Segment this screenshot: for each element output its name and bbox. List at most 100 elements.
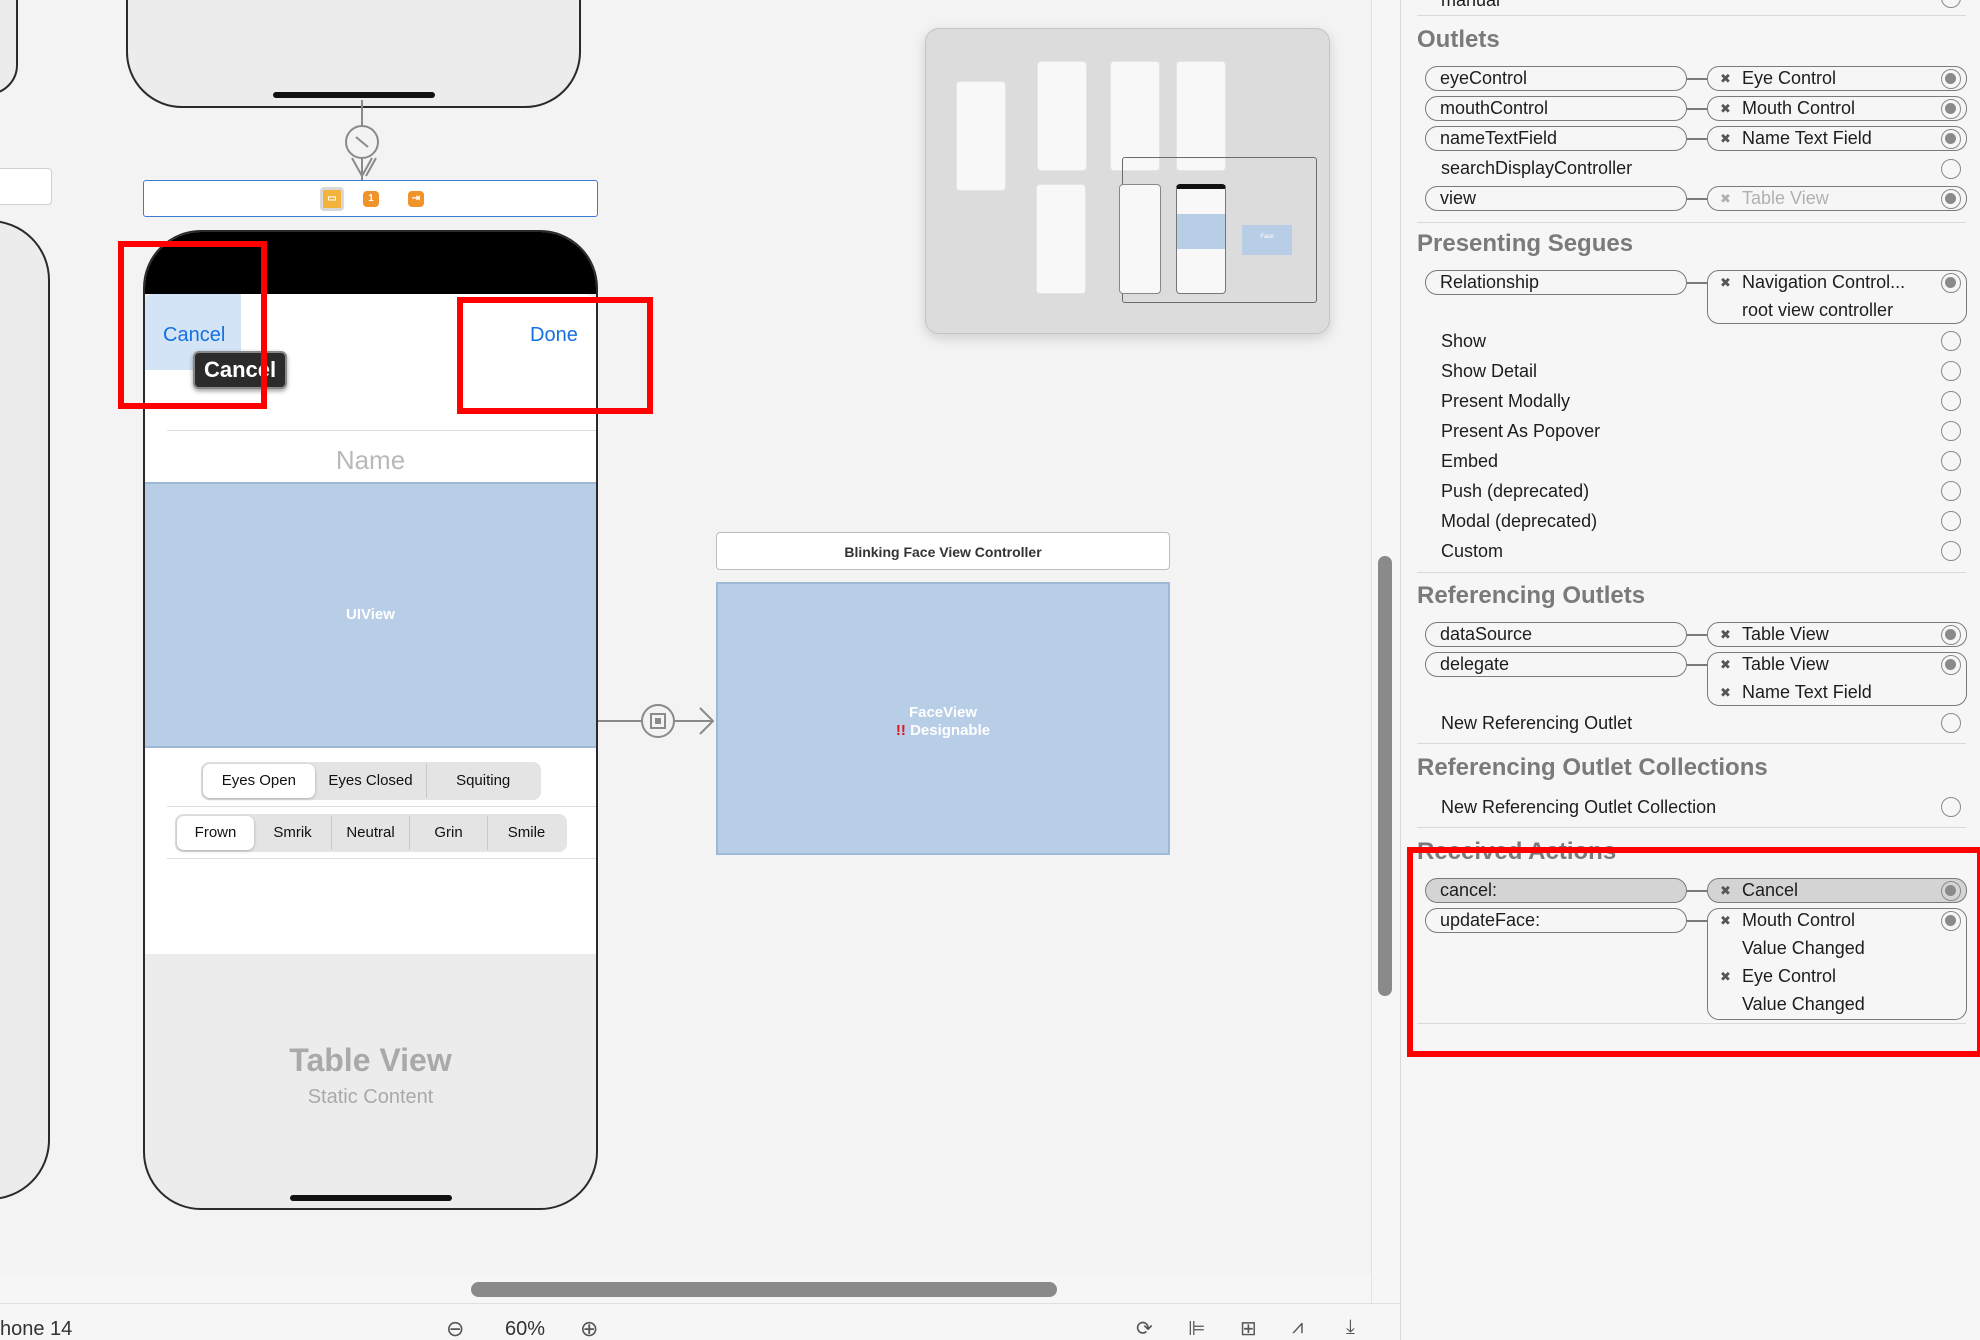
connection-circle[interactable] bbox=[1941, 511, 1961, 531]
face-uiview[interactable]: UIView bbox=[145, 482, 596, 748]
refoutlet-datasource[interactable]: dataSource bbox=[1425, 622, 1687, 647]
connection-circle[interactable] bbox=[1941, 481, 1961, 501]
designable-status: !! Designable bbox=[718, 722, 1168, 739]
update-frames-icon[interactable]: ⟳ bbox=[1136, 1316, 1153, 1340]
segment-grin[interactable]: Grin bbox=[410, 816, 488, 850]
home-indicator bbox=[273, 92, 435, 98]
connector-line bbox=[1687, 108, 1707, 110]
connection-circle[interactable] bbox=[1941, 713, 1961, 733]
target-label: Table View bbox=[1742, 624, 1829, 644]
connector-line bbox=[1687, 138, 1707, 140]
segue-show-detail[interactable]: Show Detail bbox=[1425, 361, 1537, 382]
outlet-eyecontrol[interactable]: eyeControl bbox=[1425, 66, 1687, 91]
name-text-field[interactable]: Name bbox=[145, 440, 596, 480]
outlets-header: Outlets bbox=[1417, 26, 1500, 53]
segue-modal-deprecated[interactable]: Modal (deprecated) bbox=[1425, 511, 1597, 532]
segue-present-as-popover[interactable]: Present As Popover bbox=[1425, 421, 1600, 442]
add-constraints-icon[interactable]: ⊞ bbox=[1240, 1316, 1257, 1340]
home-indicator bbox=[290, 1195, 452, 1201]
scene-dock[interactable]: ▭ 1 ⇥ bbox=[143, 180, 598, 217]
segue-embed[interactable]: Embed bbox=[1425, 451, 1498, 472]
connector-line bbox=[1687, 282, 1707, 284]
connection-circle[interactable] bbox=[1941, 361, 1961, 381]
outlet-eyecontrol-target[interactable]: ✖ Eye Control bbox=[1707, 66, 1967, 91]
connection-circle[interactable] bbox=[1941, 541, 1961, 561]
outlet-nametextfield[interactable]: nameTextField bbox=[1425, 126, 1687, 151]
canvas-minimap[interactable]: Face bbox=[925, 28, 1330, 334]
exit-icon[interactable]: ⇥ bbox=[408, 191, 424, 207]
view-controller-icon[interactable]: ▭ bbox=[320, 187, 344, 211]
zoom-level: 60% bbox=[505, 1318, 546, 1340]
minimap-face-label: Face bbox=[1260, 234, 1274, 240]
storyboard-canvas[interactable]: ▭ 1 ⇥ Cancel Done Name UIView Eyes Open … bbox=[0, 0, 1371, 1275]
segue-custom[interactable]: Custom bbox=[1425, 541, 1503, 562]
table-view-placeholder[interactable]: Table View Static Content bbox=[145, 954, 596, 1208]
connection-circle[interactable] bbox=[1941, 99, 1961, 119]
target-label: Name Text Field bbox=[1742, 128, 1872, 148]
name-field-divider bbox=[167, 430, 596, 431]
connection-circle[interactable] bbox=[1941, 0, 1961, 8]
connection-circle[interactable] bbox=[1941, 331, 1961, 351]
outlet-view-target[interactable]: ✖ Table View bbox=[1707, 186, 1967, 211]
zoom-in-icon[interactable]: ⊕ bbox=[580, 1316, 598, 1340]
segment-eyes-closed[interactable]: Eyes Closed bbox=[315, 764, 428, 798]
device-selector[interactable]: hone 14 bbox=[0, 1318, 72, 1340]
xcode-window: ▭ 1 ⇥ Cancel Done Name UIView Eyes Open … bbox=[0, 0, 1980, 1340]
refoutlet-datasource-target[interactable]: ✖ Table View bbox=[1707, 622, 1967, 647]
connection-circle[interactable] bbox=[1941, 421, 1961, 441]
connection-circle[interactable] bbox=[1941, 189, 1961, 209]
segment-squiting[interactable]: Squiting bbox=[427, 764, 539, 798]
connection-circle[interactable] bbox=[1941, 69, 1961, 89]
connection-circle[interactable] bbox=[1941, 655, 1961, 675]
outlet-view[interactable]: view bbox=[1425, 186, 1687, 211]
align-icon[interactable]: ⊫ bbox=[1188, 1316, 1205, 1340]
connection-circle[interactable] bbox=[1941, 451, 1961, 471]
outlet-mouthcontrol[interactable]: mouthControl bbox=[1425, 96, 1687, 121]
segue-relationship[interactable]: Relationship bbox=[1425, 270, 1687, 295]
segue-show[interactable]: Show bbox=[1425, 331, 1486, 352]
connector-line bbox=[1687, 634, 1707, 636]
connection-circle[interactable] bbox=[1941, 159, 1961, 179]
connection-circle[interactable] bbox=[1941, 273, 1961, 293]
segment-frown[interactable]: Frown bbox=[177, 816, 254, 850]
control-divider bbox=[167, 806, 596, 807]
resolve-issues-icon[interactable]: ⩘ bbox=[1292, 1316, 1303, 1339]
refoutlet-delegate[interactable]: delegate bbox=[1425, 652, 1687, 677]
outlet-nametextfield-target[interactable]: ✖ Name Text Field bbox=[1707, 126, 1967, 151]
zoom-out-icon[interactable]: ⊖ bbox=[446, 1316, 464, 1340]
segue-relationship-target[interactable]: ✖ Navigation Control... root view contro… bbox=[1707, 270, 1967, 324]
connection-circle[interactable] bbox=[1941, 129, 1961, 149]
segment-smrik[interactable]: Smrik bbox=[254, 816, 332, 850]
connection-circle[interactable] bbox=[1941, 797, 1961, 817]
eyes-segmented-control[interactable]: Eyes Open Eyes Closed Squiting bbox=[201, 762, 541, 800]
target-label: Eye Control bbox=[1742, 68, 1837, 88]
segue-present-modally[interactable]: Present Modally bbox=[1425, 391, 1570, 412]
mouth-segmented-control[interactable]: Frown Smrik Neutral Grin Smile bbox=[175, 814, 567, 852]
face-controller-title-bar[interactable]: Blinking Face View Controller bbox=[716, 532, 1170, 570]
connection-circle[interactable] bbox=[1941, 625, 1961, 645]
segue-push-deprecated[interactable]: Push (deprecated) bbox=[1425, 481, 1589, 502]
divider bbox=[1417, 15, 1966, 16]
outlet-mouthcontrol-target[interactable]: ✖ Mouth Control bbox=[1707, 96, 1967, 121]
connection-circle[interactable] bbox=[1941, 391, 1961, 411]
outlet-searchdisplaycontroller[interactable]: searchDisplayController bbox=[1425, 158, 1632, 179]
first-responder-icon[interactable]: 1 bbox=[363, 191, 379, 207]
segment-smile[interactable]: Smile bbox=[488, 816, 565, 850]
connector-line bbox=[1687, 664, 1707, 666]
divider bbox=[1417, 572, 1966, 573]
canvas-vertical-scroller[interactable] bbox=[1378, 556, 1392, 996]
segment-eyes-open[interactable]: Eyes Open bbox=[203, 764, 315, 798]
segue-connector-top[interactable] bbox=[330, 100, 400, 182]
new-referencing-outlet-collection[interactable]: New Referencing Outlet Collection bbox=[1425, 797, 1716, 818]
partial-scene-left-input bbox=[0, 168, 52, 205]
embed-segue-connector[interactable] bbox=[598, 698, 718, 744]
segment-neutral[interactable]: Neutral bbox=[332, 816, 410, 850]
target-label: Table View bbox=[1742, 188, 1829, 208]
cut-off-row: manual bbox=[1441, 0, 1501, 10]
embed-in-icon[interactable]: ⤓ bbox=[1346, 1316, 1355, 1339]
refoutlet-delegate-target[interactable]: ✖ Table View ✖ Name Text Field bbox=[1707, 652, 1967, 706]
minimap-current-view bbox=[1177, 214, 1225, 249]
canvas-horizontal-scrollbar[interactable] bbox=[471, 1282, 1057, 1297]
face-view-scene[interactable]: FaceView !! Designable bbox=[716, 582, 1170, 855]
new-referencing-outlet[interactable]: New Referencing Outlet bbox=[1425, 713, 1632, 734]
